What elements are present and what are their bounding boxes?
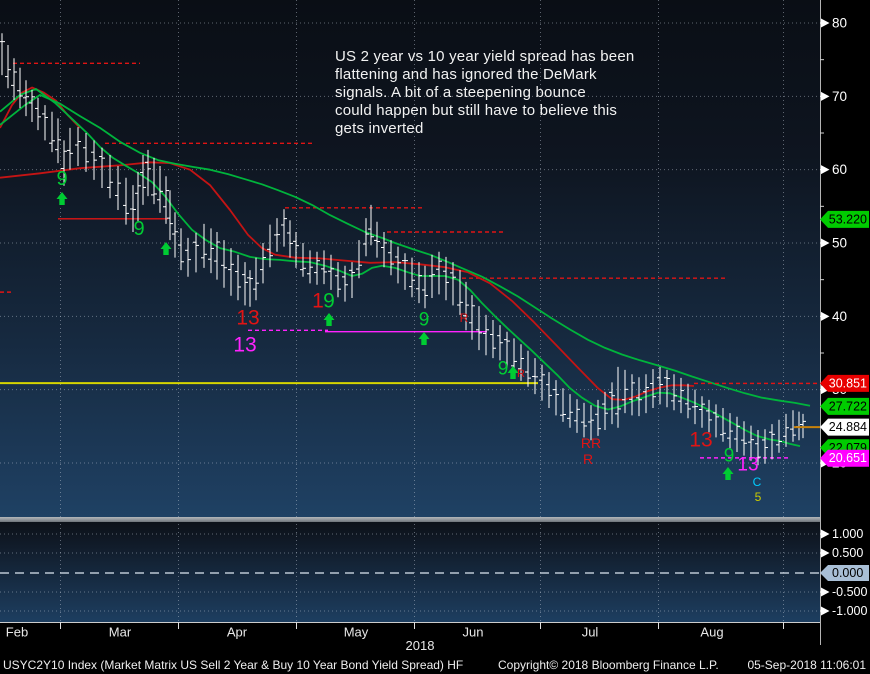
y-axis-label-80: 80 [832, 16, 847, 31]
price-badge-value: 30.851 [829, 376, 867, 390]
tick-arrow-icon [821, 549, 830, 558]
sub-axis-label--0.500: -0.500 [832, 585, 867, 599]
status-bar: USYC2Y10 Index (Market Matrix US Sell 2 … [0, 655, 870, 674]
tick-arrow-icon [821, 165, 830, 174]
security-description: USYC2Y10 Index (Market Matrix US Sell 2 … [3, 658, 463, 672]
month-label-May: May [344, 625, 369, 640]
y-axis-label-70: 70 [832, 89, 847, 104]
y-axis-label-60: 60 [832, 162, 847, 177]
sub-axis-label-0.500: 0.500 [832, 546, 863, 560]
month-label-Apr: Apr [227, 625, 248, 640]
sub-axis-labels: 1.000 0.500 0.000 -0.500 -1.000 [820, 527, 869, 618]
month-label-Aug: Aug [700, 625, 723, 640]
chart-annotation: US 2 year vs 10 year yield spread has be… [335, 48, 634, 138]
sub-axis-label--1.000: -1.000 [832, 604, 867, 618]
x-axis-year-label: 2018 [396, 638, 444, 653]
tick-arrow-icon [821, 19, 830, 28]
x-axis: Feb Mar Apr May Jun Jul Aug [6, 622, 784, 640]
month-label-Jul: Jul [582, 625, 599, 640]
sub-axis-label-1.000: 1.000 [832, 527, 863, 541]
y-axis-label-40: 40 [832, 309, 847, 324]
bloomberg-chart-window: 991313199R9RRRR13913C5FebMarAprMayJunJul… [0, 0, 870, 674]
month-label-Jun: Jun [463, 625, 484, 640]
tick-arrow-icon [821, 238, 830, 247]
price-badge-value: 53.220 [829, 212, 867, 226]
price-badge-value: 20.651 [829, 451, 867, 465]
tick-arrow-icon [821, 530, 830, 539]
month-label-Feb: Feb [6, 625, 28, 640]
tick-arrow-icon [821, 312, 830, 321]
copyright-text: Copyright© 2018 Bloomberg Finance L.P. [498, 658, 719, 672]
price-badge-value: 27.722 [829, 399, 867, 413]
tick-arrow-icon [821, 607, 830, 616]
tick-arrow-icon [821, 92, 830, 101]
tick-arrow-icon [821, 588, 830, 597]
timestamp: 05-Sep-2018 11:06:01 [747, 658, 866, 672]
price-badge-value: 24.884 [829, 420, 867, 434]
y-axis-label-50: 50 [832, 235, 847, 250]
month-label-Mar: Mar [109, 625, 132, 640]
sub-axis-label-0: 0.000 [832, 566, 863, 580]
